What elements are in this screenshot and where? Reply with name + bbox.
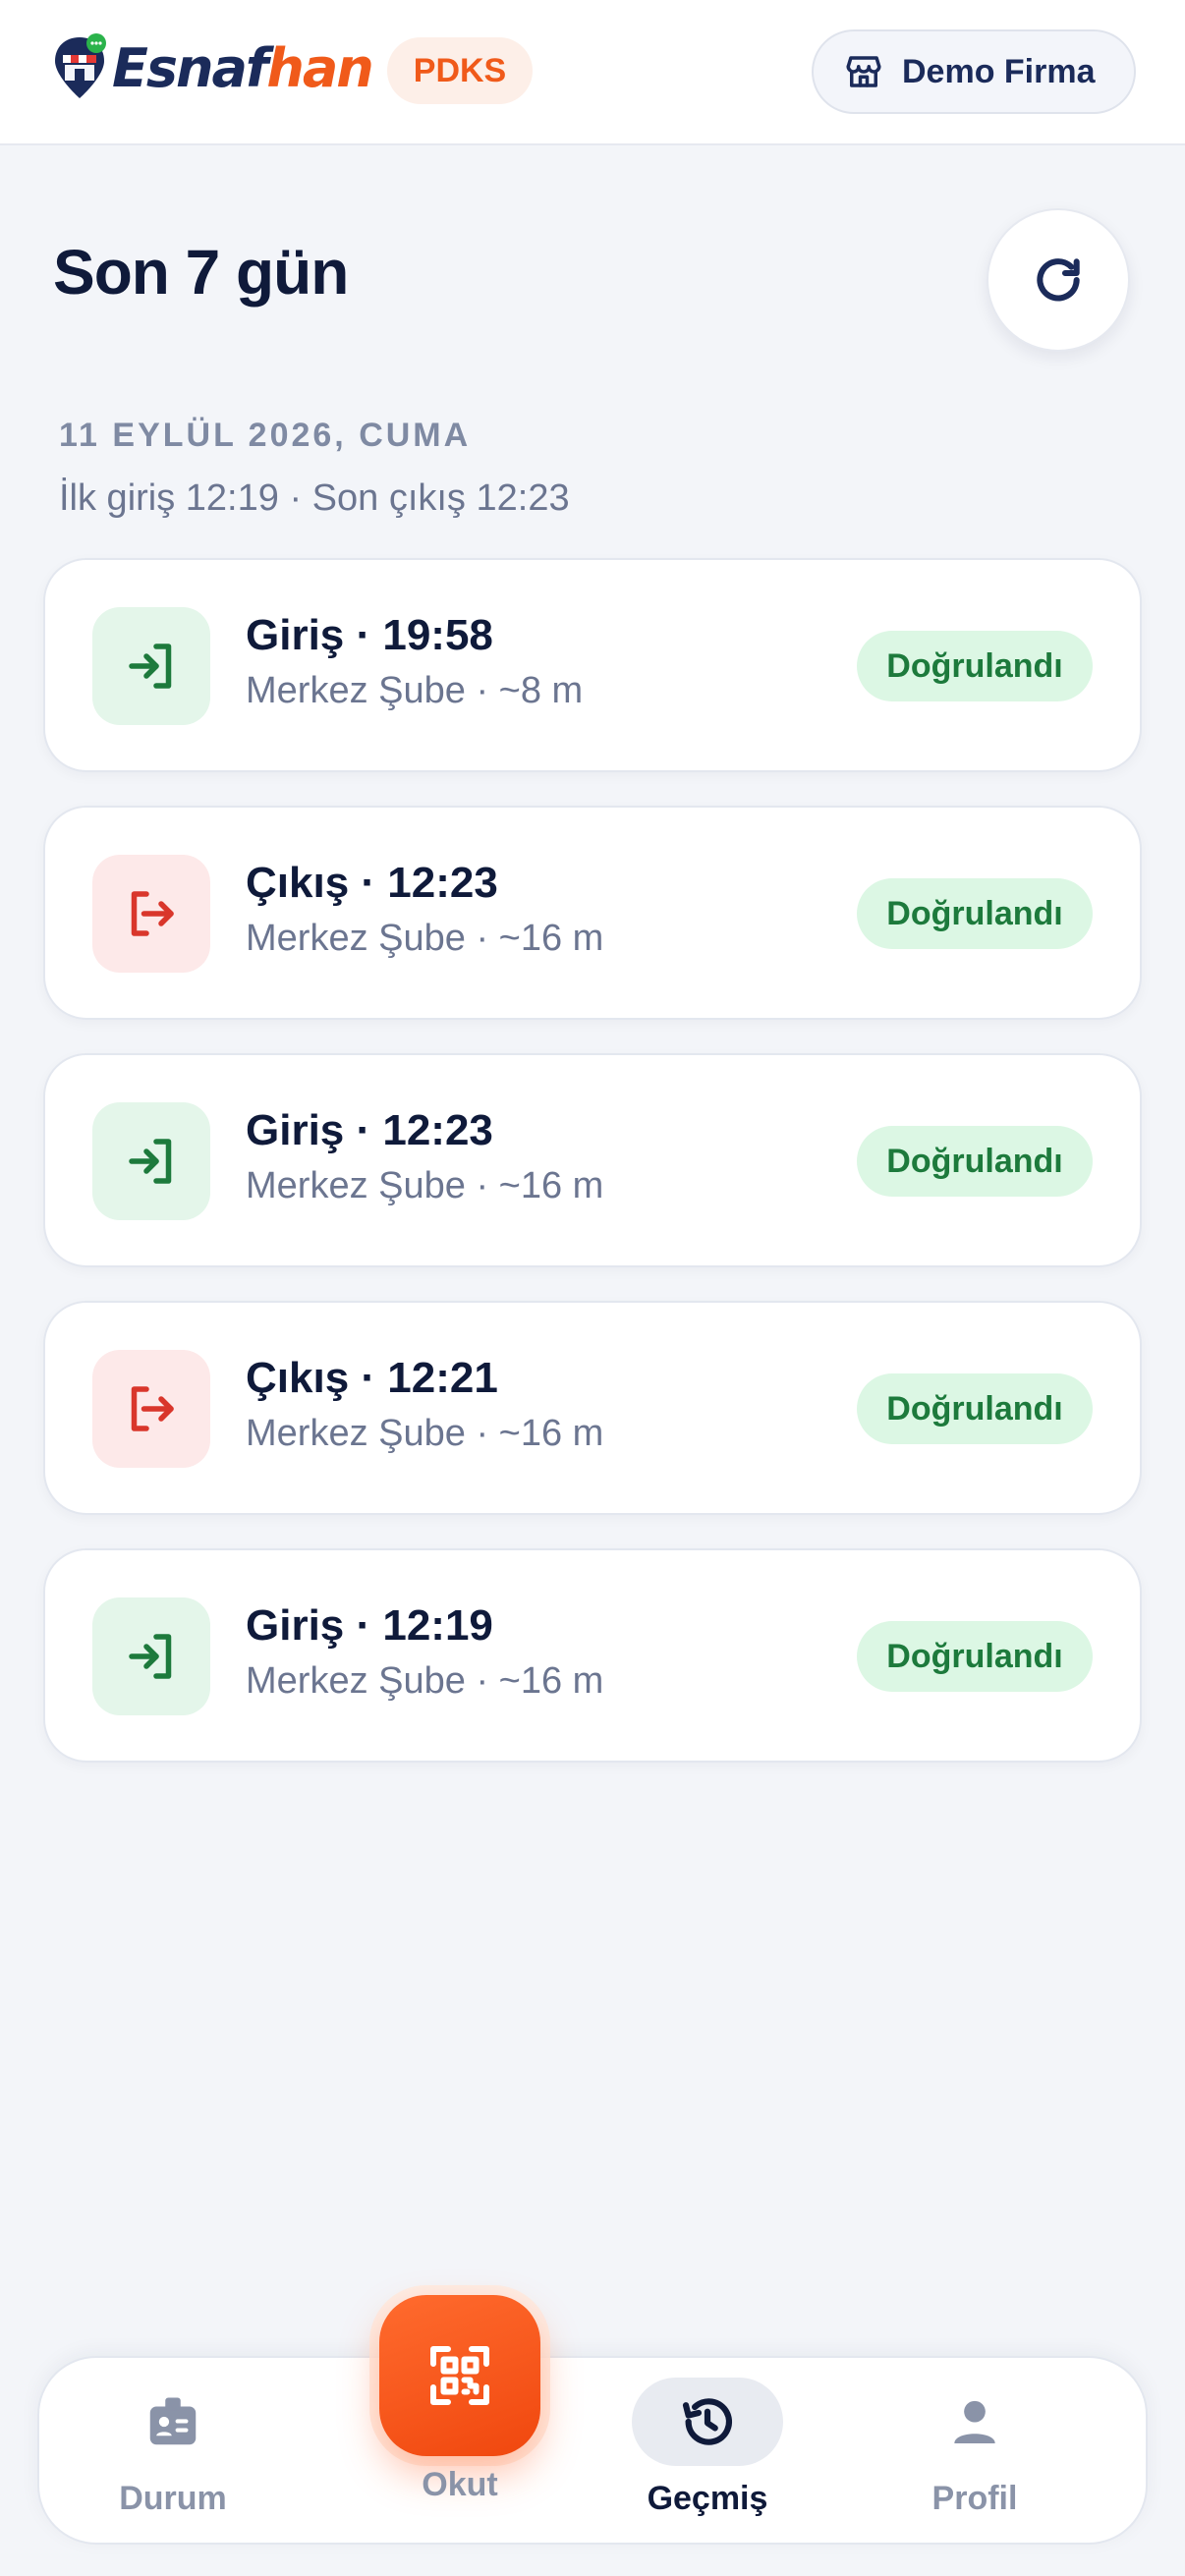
store-icon <box>846 56 881 87</box>
verified-badge: Doğrulandı <box>857 1621 1093 1692</box>
nav-icon-container-active <box>632 2378 783 2466</box>
check-out-icon-tile <box>92 855 210 973</box>
page-title: Son 7 gün <box>53 237 349 308</box>
history-icon <box>682 2398 733 2445</box>
nav-item-gecmis[interactable]: Geçmiş <box>574 2358 841 2547</box>
record-subtitle: Merkez Şube · ~16 m <box>246 1165 604 1206</box>
day-summary: İlk giriş 12:19 · Son çıkış 12:23 <box>59 477 570 519</box>
record-title: Çıkış · 12:21 <box>246 1354 498 1402</box>
company-selector-button[interactable]: Demo Firma <box>812 29 1136 114</box>
attendance-record[interactable]: Giriş · 12:23 Merkez Şube · ~16 m Doğrul… <box>43 1053 1142 1267</box>
pdks-badge: PDKS <box>387 37 533 104</box>
brand-part-2: han <box>266 37 373 99</box>
nav-icon-container <box>97 2378 249 2466</box>
record-title: Çıkış · 12:23 <box>246 859 498 907</box>
nav-label-profil: Profil <box>931 2480 1018 2517</box>
verified-badge: Doğrulandı <box>857 631 1093 701</box>
check-in-icon-tile <box>92 1597 210 1715</box>
record-title: Giriş · 12:23 <box>246 1106 493 1154</box>
record-subtitle: Merkez Şube · ~8 m <box>246 670 584 711</box>
nav-label-gecmis: Geçmiş <box>647 2480 768 2517</box>
nav-icon-container <box>899 2378 1050 2466</box>
record-subtitle: Merkez Şube · ~16 m <box>246 1413 604 1454</box>
check-out-icon-tile <box>92 1350 210 1468</box>
login-arrow-icon <box>129 1634 172 1679</box>
logout-arrow-icon <box>131 891 174 936</box>
brand-wordmark: Esnafhan <box>112 33 374 104</box>
bottom-navigation: Durum Geçmiş Profil <box>37 2356 1148 2545</box>
login-arrow-icon <box>129 644 172 689</box>
record-subtitle: Merkez Şube · ~16 m <box>246 1660 604 1702</box>
login-arrow-icon <box>129 1139 172 1184</box>
esnafhan-logo-icon <box>55 33 106 98</box>
brand-part-1: Esnaf <box>112 37 268 99</box>
id-badge-icon <box>149 2397 197 2445</box>
attendance-record[interactable]: Çıkış · 12:23 Merkez Şube · ~16 m Doğrul… <box>43 806 1142 1020</box>
record-subtitle: Merkez Şube · ~16 m <box>246 918 604 959</box>
verified-badge: Doğrulandı <box>857 1373 1093 1444</box>
user-icon <box>954 2400 995 2443</box>
app-header: Esnafhan PDKS Demo Firma <box>0 0 1185 145</box>
check-in-icon-tile <box>92 607 210 725</box>
scan-qr-button[interactable] <box>379 2295 540 2456</box>
attendance-record[interactable]: Giriş · 12:19 Merkez Şube · ~16 m Doğrul… <box>43 1548 1142 1763</box>
verified-badge: Doğrulandı <box>857 1126 1093 1197</box>
check-in-icon-tile <box>92 1102 210 1220</box>
refresh-button[interactable] <box>987 208 1130 352</box>
nav-label-okut: Okut <box>422 2466 498 2503</box>
attendance-record[interactable]: Çıkış · 12:21 Merkez Şube · ~16 m Doğrul… <box>43 1301 1142 1515</box>
nav-item-durum[interactable]: Durum <box>39 2358 307 2547</box>
nav-label-durum: Durum <box>119 2480 227 2517</box>
refresh-icon <box>1037 258 1080 302</box>
brand-logo[interactable]: Esnafhan <box>51 33 374 104</box>
attendance-record[interactable]: Giriş · 19:58 Merkez Şube · ~8 m Doğrula… <box>43 558 1142 772</box>
nav-item-profil[interactable]: Profil <box>841 2358 1108 2547</box>
logout-arrow-icon <box>131 1386 174 1431</box>
qr-scan-icon <box>430 2346 489 2405</box>
verified-badge: Doğrulandı <box>857 878 1093 949</box>
day-header: 11 EYLÜL 2026, CUMA <box>59 417 472 454</box>
record-title: Giriş · 19:58 <box>246 611 493 659</box>
company-name: Demo Firma <box>902 52 1096 90</box>
record-title: Giriş · 12:19 <box>246 1601 493 1650</box>
